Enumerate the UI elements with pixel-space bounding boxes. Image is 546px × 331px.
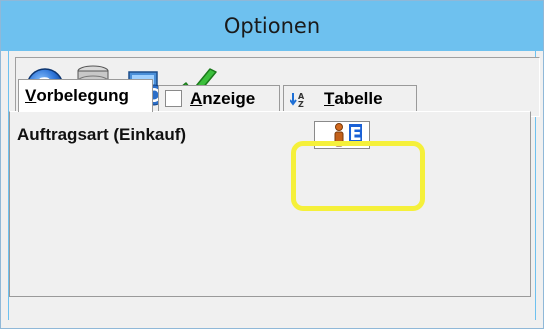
tab-accelerator: T bbox=[324, 88, 335, 108]
auftragsart-value: E bbox=[349, 124, 362, 146]
tab-accelerator: V bbox=[25, 86, 37, 105]
tab-tabelle[interactable]: A Z Tabelle bbox=[283, 85, 417, 111]
tab-strip: Vorbelegung Anzeige A Z Tabelle bbox=[12, 79, 532, 113]
info-icon bbox=[334, 123, 344, 147]
tab-vorbelegung[interactable]: Vorbelegung bbox=[18, 79, 153, 112]
title-bar[interactable]: Optionen bbox=[1, 1, 543, 51]
checkbox-icon bbox=[165, 90, 182, 107]
tab-label: orbelegung bbox=[36, 86, 129, 105]
auftragsart-label: Auftragsart (Einkauf) bbox=[17, 125, 187, 144]
auftragsart-field[interactable]: E bbox=[314, 121, 370, 149]
tab-label: abelle bbox=[334, 88, 383, 108]
svg-text:Z: Z bbox=[298, 100, 304, 107]
window-title: Optionen bbox=[223, 14, 321, 38]
tab-accelerator: A bbox=[190, 88, 203, 108]
options-window: Optionen ? bbox=[0, 0, 544, 329]
sort-az-icon: A Z bbox=[290, 92, 305, 107]
tab-anzeige[interactable]: Anzeige bbox=[158, 85, 280, 111]
tab-label: nzeige bbox=[202, 88, 256, 108]
